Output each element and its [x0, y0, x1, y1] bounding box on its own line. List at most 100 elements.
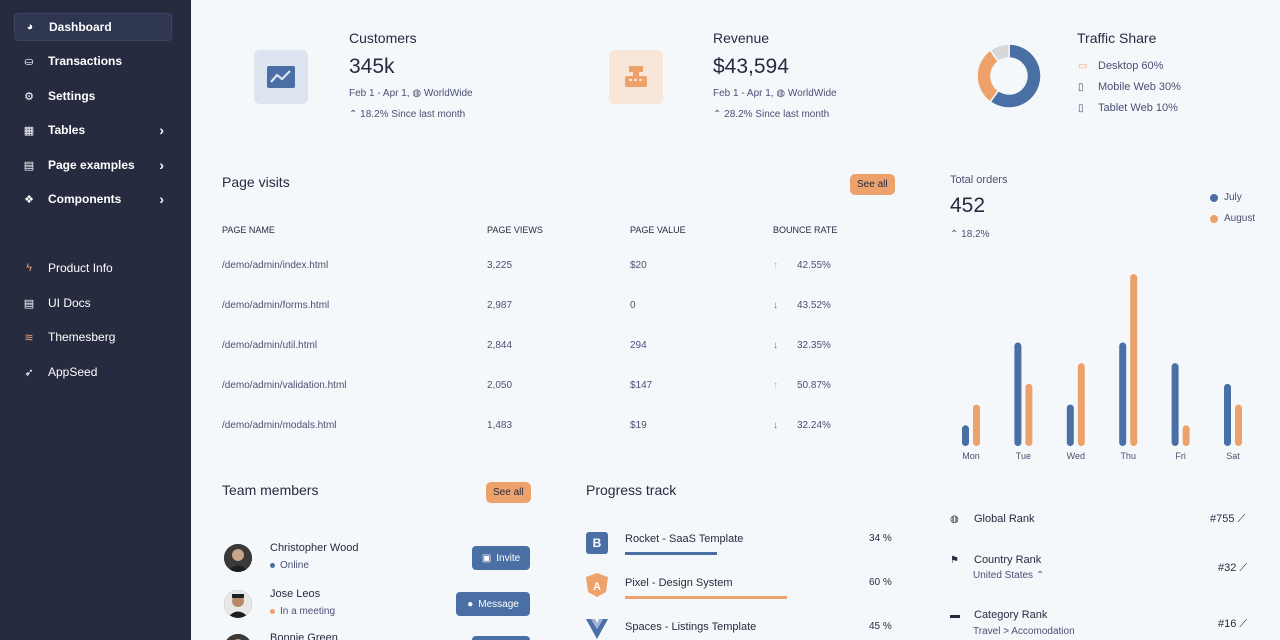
globe-icon: ◍ [776, 88, 786, 99]
bounce-rate-cell: 50.87% [797, 380, 831, 391]
avatar[interactable] [224, 544, 252, 572]
rank-value-text: #32 [1218, 562, 1237, 574]
legend-dot [1210, 193, 1218, 202]
trend-chart-icon: ⟋ [1239, 562, 1248, 574]
total-orders-delta: ⌃ 18.2% [950, 229, 990, 240]
bootstrap-icon: B [586, 532, 608, 554]
progress-item-percent: 45 % [869, 621, 892, 632]
page-value-cell: 294 [630, 340, 647, 351]
sidebar-item-components[interactable]: ❖ Components › [14, 185, 172, 213]
bar-july-thu[interactable] [1119, 342, 1127, 446]
rank-label-text: Global Rank [974, 513, 1035, 525]
revenue-region-text: WorldWide [787, 88, 837, 99]
themesberg-icon: ≋ [24, 331, 34, 344]
page-value-cell: $147 [630, 380, 653, 391]
gear-icon: ⚙ [24, 90, 34, 103]
member-name[interactable]: Christopher Wood [270, 542, 358, 554]
arrow-down-icon: ↓ [773, 420, 778, 431]
sidebar-item-settings[interactable]: ⚙ Settings [14, 82, 172, 110]
vue-icon [586, 618, 608, 640]
country-rank-label: ⚑ Country Rank [950, 554, 1041, 566]
bounce-rate-cell: 32.35% [797, 340, 831, 351]
bar-august-sat[interactable] [1235, 404, 1242, 446]
invite-button[interactable]: ▣ Invite [472, 546, 530, 570]
bar-august-wed[interactable] [1077, 363, 1085, 446]
customers-title: Customers [349, 30, 417, 46]
page-visits-see-all-button[interactable]: See all [850, 174, 895, 195]
chevron-right-icon: › [159, 122, 164, 138]
bar-july-wed[interactable] [1066, 404, 1074, 446]
bar-july-sat[interactable] [1224, 383, 1231, 446]
rank-sub-text: United States [973, 570, 1034, 581]
page-value-cell: $19 [630, 420, 647, 431]
traffic-item-label: Desktop 60% [1098, 60, 1164, 72]
sidebar-item-label: Tables [48, 123, 86, 137]
bar-august-tue[interactable] [1025, 383, 1033, 446]
sidebar: ◕ Dashboard ⛀ Transactions ⚙ Settings ▦ … [0, 0, 191, 640]
sidebar-item-tables[interactable]: ▦ Tables › [14, 116, 172, 144]
components-icon: ❖ [24, 193, 34, 206]
folder-icon: ▬ [950, 609, 960, 621]
bar-august-thu[interactable] [1130, 274, 1138, 446]
sidebar-item-product-info[interactable]: ϟ Product Info [14, 254, 172, 282]
bar-august-fri[interactable] [1182, 425, 1190, 446]
progress-item-percent: 60 % [869, 577, 892, 588]
message-button[interactable]: ● Message [456, 592, 530, 616]
x-tick-label: Tue [1016, 451, 1031, 461]
progress-bar [625, 552, 717, 555]
x-tick-label: Fri [1175, 451, 1186, 461]
avatar[interactable] [224, 590, 252, 618]
x-tick-label: Wed [1067, 451, 1085, 461]
traffic-item-label: Mobile Web 30% [1098, 81, 1181, 93]
legend-july: July [1210, 192, 1242, 203]
legend-label: July [1224, 192, 1242, 203]
revenue-value: $43,594 [713, 55, 789, 78]
revenue-delta-text: 28.2% Since last month [724, 109, 830, 120]
revenue-range: Feb 1 - Apr 1, ◍ WorldWide [713, 88, 837, 99]
team-members-title: Team members [222, 482, 319, 498]
column-header-bounce-rate: BOUNCE RATE [773, 225, 838, 235]
revenue-title: Revenue [713, 30, 770, 46]
sidebar-item-ui-docs[interactable]: ▤ UI Docs [14, 289, 172, 317]
total-orders-value: 452 [950, 194, 986, 217]
sidebar-item-label: UI Docs [48, 296, 91, 310]
globe-icon: ◍ [412, 88, 422, 99]
sidebar-item-appseed[interactable]: ➶ AppSeed [14, 358, 172, 386]
chevron-right-icon: › [159, 191, 164, 207]
sidebar-item-label: AppSeed [48, 365, 98, 379]
member-name[interactable]: Bonnie Green [270, 632, 338, 640]
legend-august: August [1210, 213, 1255, 224]
x-tick-label: Mon [962, 451, 980, 461]
global-rank-value: #755 ⟋ [1210, 513, 1245, 526]
sidebar-item-page-examples[interactable]: ▤ Page examples › [14, 151, 172, 179]
page-views-cell: 1,483 [487, 420, 513, 431]
category-rank-label: ▬ Category Rank [950, 609, 1047, 621]
arrow-down-icon: ↓ [773, 300, 778, 311]
customers-range-text: Feb 1 - Apr 1, [349, 88, 410, 99]
page-visits-title: Page visits [222, 174, 290, 190]
sidebar-item-dashboard[interactable]: ◕ Dashboard [14, 13, 172, 41]
sidebar-item-transactions[interactable]: ⛀ Transactions [14, 47, 172, 75]
legend-label: August [1224, 213, 1256, 224]
traffic-item-desktop: ▭ Desktop 60% [1078, 60, 1163, 72]
category-rank-value: #16 ⟋ [1218, 618, 1247, 631]
sidebar-item-themesberg[interactable]: ≋ Themesberg [14, 323, 172, 351]
progress-item-percent: 34 % [869, 533, 892, 544]
bar-july-fri[interactable] [1171, 363, 1179, 446]
x-tick-label: Sat [1226, 451, 1240, 461]
team-see-all-button[interactable]: See all [486, 482, 531, 503]
rank-label-text: Country Rank [974, 554, 1042, 566]
country-rank-sub: United States ⌃ [973, 570, 1044, 581]
total-orders-label: Total orders [950, 174, 1008, 186]
bar-august-mon[interactable] [973, 404, 980, 446]
sidebar-item-label: Page examples [48, 158, 135, 172]
sidebar-item-label: Transactions [48, 54, 123, 68]
bar-july-tue[interactable] [1014, 342, 1022, 446]
member-action-button[interactable] [472, 636, 530, 640]
bar-july-mon[interactable] [962, 425, 969, 446]
member-name[interactable]: Jose Leos [270, 588, 320, 600]
avatar[interactable] [224, 634, 252, 640]
sidebar-item-label: Dashboard [49, 20, 112, 34]
sidebar-item-label: Product Info [48, 261, 113, 275]
arrow-up-icon: ⌃ [349, 109, 358, 120]
